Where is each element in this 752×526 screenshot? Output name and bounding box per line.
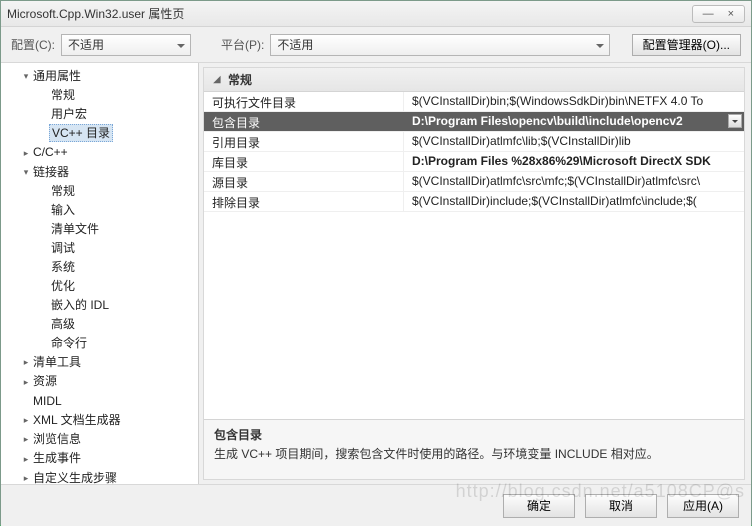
tree-item-label: 生成事件 [31,450,83,466]
config-label: 配置(C): [11,36,55,53]
expand-icon[interactable]: ▸ [21,411,31,430]
tree-item[interactable]: 优化 [3,277,196,296]
expand-icon[interactable]: ▸ [21,144,31,163]
expand-icon[interactable]: ▾ [21,67,31,86]
tree-item-label: 通用属性 [31,68,83,84]
section-title: 常规 [228,71,252,88]
property-key: 包含目录 [204,112,404,131]
tree-item[interactable]: VC++ 目录 [3,124,196,143]
tree-item[interactable]: ▸生成事件 [3,449,196,468]
tree-item-label: 系统 [49,259,77,275]
tree-item-label: MIDL [31,393,64,409]
dropdown-icon[interactable] [728,114,742,128]
collapse-icon[interactable]: ◢ [212,74,222,85]
tree-item-label: 资源 [31,373,59,389]
tree-item[interactable]: ▸资源 [3,372,196,391]
property-key: 源目录 [204,172,404,191]
window-title: Microsoft.Cpp.Win32.user 属性页 [7,5,692,22]
tree-item[interactable]: 系统 [3,258,196,277]
tree-item-label: 输入 [49,202,77,218]
tree-item-label: 用户宏 [49,106,89,122]
property-grid: 可执行文件目录$(VCInstallDir)bin;$(WindowsSdkDi… [204,92,744,419]
property-value[interactable]: $(VCInstallDir)atlmfc\src\mfc;$(VCInstal… [404,172,744,191]
tree-item-label: 清单工具 [31,354,83,370]
config-combo[interactable]: 不适用 [61,34,191,56]
tree-item[interactable]: 调试 [3,239,196,258]
body: ▾通用属性常规用户宏VC++ 目录▸C/C++▾链接器常规输入清单文件调试系统优… [1,63,751,484]
property-value[interactable]: $(VCInstallDir)atlmfc\lib;$(VCInstallDir… [404,132,744,151]
tree-item-label: 常规 [49,183,77,199]
tree-item[interactable]: 用户宏 [3,105,196,124]
tree-item-label: 链接器 [31,164,71,180]
tree-item[interactable]: 高级 [3,315,196,334]
tree-item[interactable]: ▸浏览信息 [3,430,196,449]
tree-item-label: 优化 [49,278,77,294]
tree-item[interactable]: ▸清单工具 [3,353,196,372]
tree-item[interactable]: 常规 [3,86,196,105]
tree-item[interactable]: ▸自定义生成步骤 [3,469,196,484]
expand-icon[interactable]: ▸ [21,450,31,469]
property-key: 排除目录 [204,192,404,211]
property-row[interactable]: 排除目录$(VCInstallDir)include;$(VCInstallDi… [204,192,744,212]
tree-item-label: 高级 [49,316,77,332]
property-value[interactable]: D:\Program Files\opencv\build\include\op… [404,112,744,131]
property-row[interactable]: 库目录D:\Program Files %28x86%29\Microsoft … [204,152,744,172]
platform-label: 平台(P): [221,36,264,53]
platform-combo[interactable]: 不适用 [270,34,610,56]
close-button[interactable]: × [728,8,734,20]
tree-item[interactable]: 命令行 [3,334,196,353]
tree-item[interactable]: 常规 [3,182,196,201]
description-title: 包含目录 [214,426,734,443]
minimize-button[interactable]: — [703,8,714,20]
property-key: 引用目录 [204,132,404,151]
description-panel: 包含目录 生成 VC++ 项目期间，搜索包含文件时使用的路径。与环境变量 INC… [204,419,744,479]
tree-item[interactable]: ▾通用属性 [3,67,196,86]
property-page-window: Microsoft.Cpp.Win32.user 属性页 — × 配置(C): … [0,0,752,525]
expand-icon[interactable]: ▸ [21,430,31,449]
tree-item[interactable]: 嵌入的 IDL [3,296,196,315]
property-value[interactable]: D:\Program Files %28x86%29\Microsoft Dir… [404,152,744,171]
tree-item-label: 自定义生成步骤 [31,470,119,484]
expand-icon[interactable]: ▸ [21,353,31,372]
titlebar: Microsoft.Cpp.Win32.user 属性页 — × [1,1,751,27]
tree-item[interactable]: ▾链接器 [3,163,196,182]
config-manager-button[interactable]: 配置管理器(O)... [632,34,741,56]
property-value[interactable]: $(VCInstallDir)include;$(VCInstallDir)at… [404,192,744,211]
tree-item[interactable]: MIDL [3,392,196,411]
tree-item-label: 常规 [49,87,77,103]
tree-item[interactable]: 清单文件 [3,220,196,239]
tree-item-label: 清单文件 [49,221,101,237]
description-text: 生成 VC++ 项目期间，搜索包含文件时使用的路径。与环境变量 INCLUDE … [214,445,734,462]
config-toolbar: 配置(C): 不适用 平台(P): 不适用 配置管理器(O)... [1,27,751,63]
apply-button[interactable]: 应用(A) [667,494,739,518]
property-row[interactable]: 源目录$(VCInstallDir)atlmfc\src\mfc;$(VCIns… [204,172,744,192]
tree-item-label: 命令行 [49,335,89,351]
expand-icon[interactable]: ▸ [21,469,31,484]
cancel-button[interactable]: 取消 [585,494,657,518]
property-key: 库目录 [204,152,404,171]
property-row[interactable]: 包含目录D:\Program Files\opencv\build\includ… [204,112,744,132]
tree-item[interactable]: 输入 [3,201,196,220]
property-key: 可执行文件目录 [204,92,404,111]
tree-item-label: 嵌入的 IDL [49,297,111,313]
dialog-buttons: 确定 取消 应用(A) [1,484,751,526]
ok-button[interactable]: 确定 [503,494,575,518]
tree-item-label: 浏览信息 [31,431,83,447]
section-header: ◢ 常规 [204,68,744,92]
tree-item-label: XML 文档生成器 [31,412,123,428]
property-row[interactable]: 引用目录$(VCInstallDir)atlmfc\lib;$(VCInstal… [204,132,744,152]
property-row[interactable]: 可执行文件目录$(VCInstallDir)bin;$(WindowsSdkDi… [204,92,744,112]
expand-icon[interactable]: ▾ [21,163,31,182]
expand-icon[interactable]: ▸ [21,373,31,392]
nav-tree[interactable]: ▾通用属性常规用户宏VC++ 目录▸C/C++▾链接器常规输入清单文件调试系统优… [1,63,199,484]
property-value[interactable]: $(VCInstallDir)bin;$(WindowsSdkDir)bin\N… [404,92,744,111]
tree-item-label: C/C++ [31,144,70,160]
tree-item[interactable]: ▸C/C++ [3,143,196,162]
tree-item[interactable]: ▸XML 文档生成器 [3,411,196,430]
window-buttons: — × [692,5,745,23]
property-panel: ◢ 常规 可执行文件目录$(VCInstallDir)bin;$(Windows… [203,67,745,480]
tree-item-label: 调试 [49,240,77,256]
tree-item-label: VC++ 目录 [49,124,113,142]
